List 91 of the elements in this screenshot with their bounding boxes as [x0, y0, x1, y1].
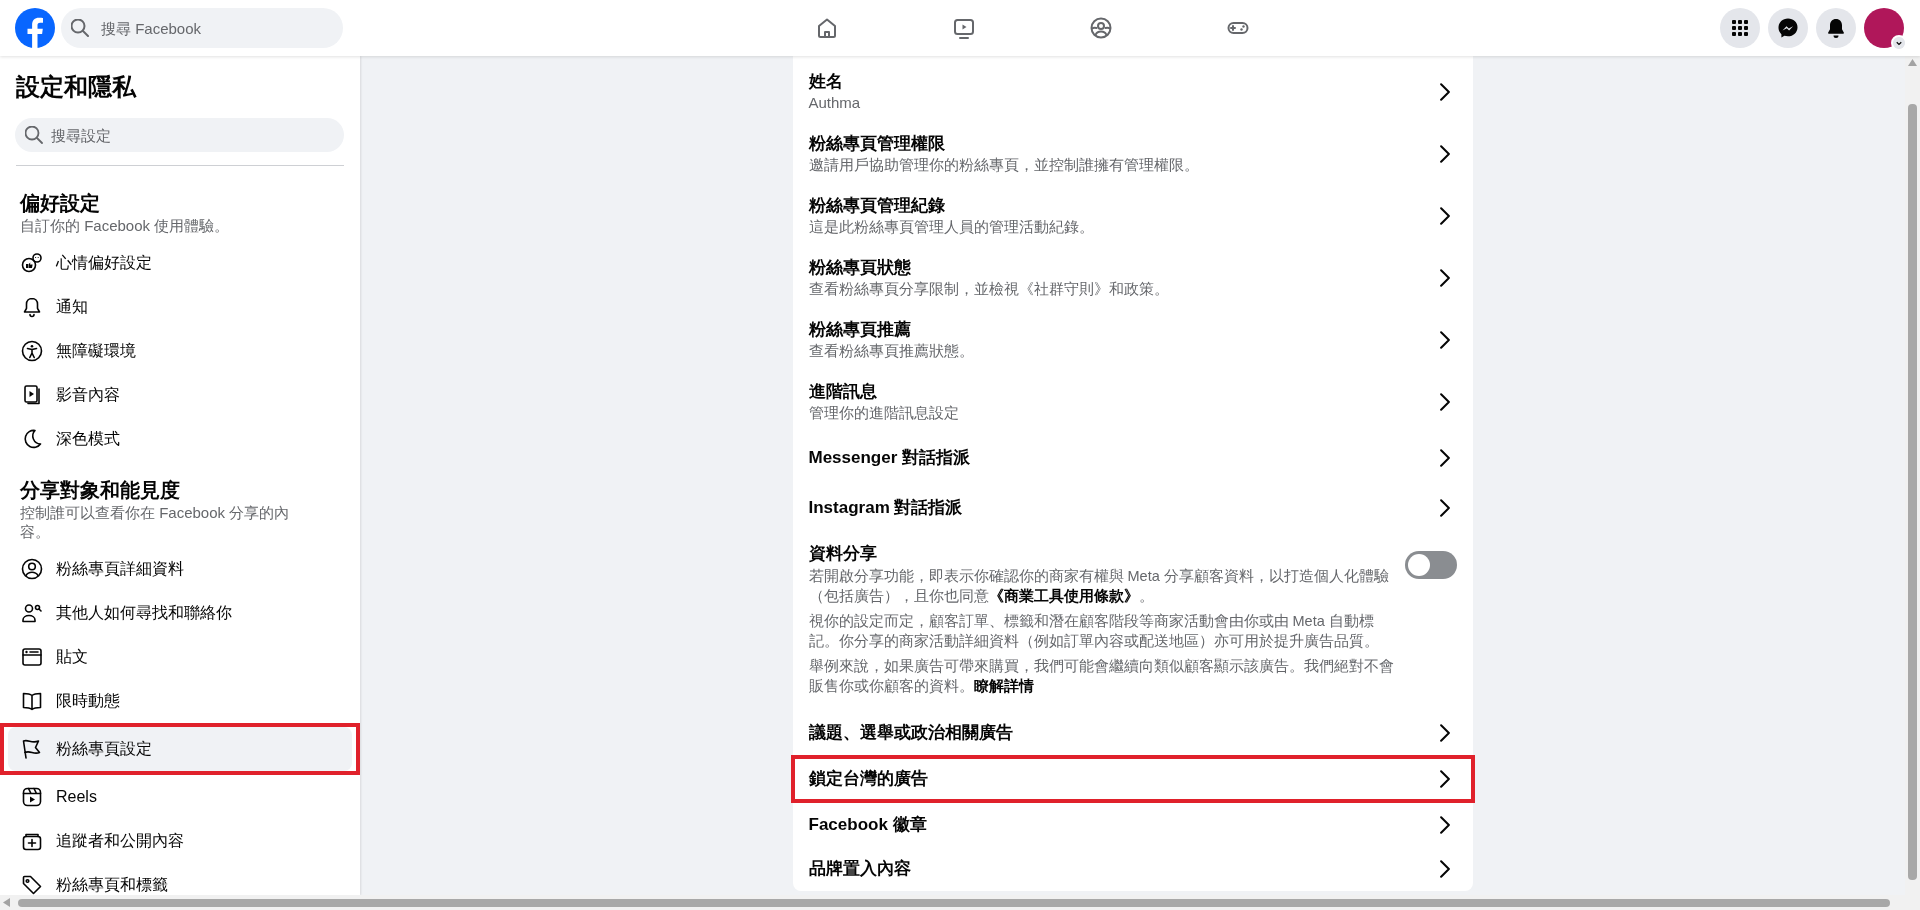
settings-row[interactable]: Facebook 徽章 — [792, 803, 1473, 847]
row-title: Instagram 對話指派 — [808, 497, 964, 519]
menu-button[interactable] — [1720, 8, 1760, 48]
row-description: Authma — [808, 93, 862, 113]
people-search-icon — [20, 601, 44, 625]
sidebar-item[interactable]: 心情偏好設定 — [8, 241, 352, 285]
vertical-scrollbar[interactable] — [1905, 56, 1920, 895]
facebook-logo[interactable] — [15, 8, 55, 48]
description-text: 視你的設定而定，顧客訂單、標籤和潛在顧客階段等商家活動會由你或由 Meta 自動標記。你分享的商家活動詳細資料（例如訂單內容或配送地區）亦可用於提升廣告品質。 — [808, 612, 1380, 651]
settings-row[interactable]: 粉絲專頁管理紀錄 這是此粉絲專頁管理人員的管理活動紀錄。 — [792, 185, 1473, 247]
settings-row[interactable]: 姓名 Authma — [792, 61, 1473, 123]
row-title: 品牌置入內容 — [808, 858, 912, 880]
scrollbar-thumb[interactable] — [1908, 104, 1917, 880]
messenger-button[interactable] — [1768, 8, 1808, 48]
chat-bubble-icon — [1776, 16, 1800, 40]
sidebar-item[interactable]: 限時動態 — [8, 679, 352, 723]
chevron-right-icon — [1439, 816, 1450, 834]
chevron-right-icon — [1439, 393, 1450, 411]
user-circle-icon — [20, 557, 44, 581]
sidebar-item[interactable]: 影音內容 — [8, 373, 352, 417]
row-title: 粉絲專頁狀態 — [808, 257, 912, 279]
toggle-switch[interactable] — [1404, 551, 1457, 579]
horizontal-scrollbar[interactable] — [0, 895, 1920, 910]
chevron-right-icon — [1439, 449, 1450, 467]
section-description: 自訂你的 Facebook 使用體驗。 — [20, 216, 231, 235]
settings-row[interactable]: 粉絲專頁管理權限 邀請用戶協助管理你的粉絲專頁，並控制誰擁有管理權限。 — [792, 123, 1473, 185]
sidebar-item[interactable]: 其他人如何尋找和聯絡你 — [8, 591, 352, 635]
row-title: Messenger 對話指派 — [808, 447, 972, 469]
chevron-right-icon — [1439, 860, 1450, 878]
learn-more-link[interactable]: 瞭解詳情 — [973, 678, 1034, 694]
section-heading: 分享對象和能見度 — [20, 478, 181, 503]
home-icon[interactable] — [815, 16, 839, 40]
chevron-right-icon — [1439, 770, 1450, 788]
sidebar-item[interactable]: 貼文 — [8, 635, 352, 679]
chevron-right-icon — [1439, 83, 1450, 101]
search-field[interactable]: 搜尋設定 — [15, 118, 344, 152]
sidebar-item[interactable]: 追蹤者和公開內容 — [8, 819, 352, 863]
notifications-button[interactable] — [1816, 8, 1856, 48]
description-text: 舉例來說，如果廣告可帶來購買，我們可能會繼續向類似顧客顯示該廣告。我們絕對不會販售你或你顧客的資料。瞭解詳情 — [808, 657, 1395, 696]
description-text: 若開啟分享功能，即表示你確認你的商家有權與 Meta 分享顧客資料，以打造個人化體驗（包括廣告），且你也同意《商業工具使用條款》。 — [808, 567, 1390, 606]
row-title: 粉絲專頁管理權限 — [808, 133, 946, 155]
settings-row[interactable]: Messenger 對話指派 — [792, 433, 1473, 483]
scrollbar-thumb[interactable] — [18, 899, 1890, 907]
search-icon — [71, 19, 89, 37]
settings-row[interactable]: 品牌置入內容 — [792, 847, 1473, 891]
row-description: 這是此粉絲專頁管理人員的管理活動紀錄。 — [808, 217, 1095, 237]
settings-row[interactable]: 粉絲專頁推薦 查看粉絲專頁推薦狀態。 — [792, 309, 1473, 371]
people-icon[interactable] — [1089, 16, 1113, 40]
search-field[interactable]: 搜尋 Facebook — [61, 8, 343, 48]
accessibility-icon — [20, 339, 44, 363]
section-heading: 偏好設定 — [20, 191, 101, 216]
search-icon — [25, 126, 43, 144]
row-description: 邀請用戶協助管理你的粉絲專頁，並控制誰擁有管理權限。 — [808, 155, 1200, 175]
video-icon[interactable] — [952, 16, 976, 40]
section-description: 控制誰可以查看你在 Facebook 分享的內容。 — [20, 503, 291, 541]
chevron-right-icon — [1439, 207, 1450, 225]
chevron-right-icon — [1439, 269, 1450, 287]
caret-icon[interactable] — [1891, 35, 1907, 51]
row-description: 查看粉絲專頁分享限制，並檢視《社群守則》和政策。 — [808, 279, 1170, 299]
sidebar-item[interactable]: 深色模式 — [8, 417, 352, 461]
chevron-right-icon — [1439, 724, 1450, 742]
settings-row[interactable]: 議題、選舉或政治相關廣告 — [792, 711, 1473, 755]
chevron-right-icon — [1439, 331, 1450, 349]
sidebar-item[interactable]: 通知 — [8, 285, 352, 329]
settings-row[interactable]: 粉絲專頁狀態 查看粉絲專頁分享限制，並檢視《社群守則》和政策。 — [792, 247, 1473, 309]
row-description: 查看粉絲專頁推薦狀態。 — [808, 341, 975, 361]
row-description: 管理你的進階訊息設定 — [808, 403, 960, 423]
settings-row[interactable]: 進階訊息 管理你的進階訊息設定 — [792, 371, 1473, 433]
row-title: 議題、選舉或政治相關廣告 — [808, 722, 1014, 744]
reels-icon — [20, 785, 44, 809]
row-title: 粉絲專頁管理紀錄 — [808, 195, 946, 217]
sidebar-title: 設定和隱私 — [16, 72, 138, 102]
sidebar-item[interactable]: 粉絲專頁和標籤 — [8, 863, 352, 895]
post-card-icon — [20, 645, 44, 669]
settings-row[interactable]: 鎖定台灣的廣告 — [794, 759, 1471, 799]
thumbs-up-icon — [20, 251, 44, 275]
profile-avatar[interactable] — [1864, 8, 1904, 48]
sidebar-item[interactable]: Reels — [8, 775, 352, 819]
row-title: 姓名 — [808, 71, 844, 93]
settings-row[interactable]: Instagram 對話指派 — [792, 483, 1473, 533]
row-title: 進階訊息 — [808, 381, 878, 403]
chevron-right-icon — [1439, 145, 1450, 163]
sidebar-item[interactable]: 無障礙環境 — [8, 329, 352, 373]
tag-icon — [20, 873, 44, 895]
row-title: 粉絲專頁推薦 — [808, 319, 912, 341]
row-title: 資料分享 — [808, 543, 878, 565]
chevron-right-icon — [1439, 499, 1450, 517]
sidebar-item[interactable]: 粉絲專頁設定 — [8, 727, 352, 771]
sidebar-item[interactable]: 粉絲專頁詳細資料 — [8, 547, 352, 591]
row-title: Facebook 徽章 — [808, 814, 928, 836]
row-title: 鎖定台灣的廣告 — [808, 768, 929, 790]
